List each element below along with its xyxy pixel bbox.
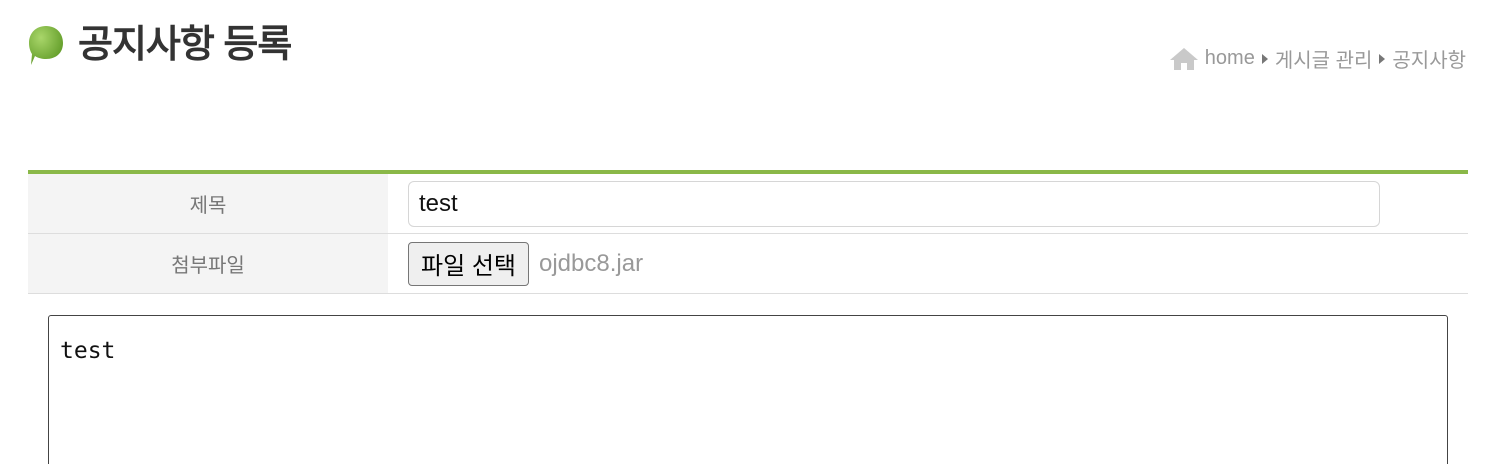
breadcrumb-board-management[interactable]: 게시글 관리 bbox=[1275, 44, 1373, 73]
selected-file-name: ojdbc8.jar bbox=[539, 249, 644, 277]
attachment-row: 첨부파일 파일 선택 ojdbc8.jar bbox=[28, 234, 1468, 294]
title-input[interactable] bbox=[408, 180, 1380, 227]
title-cell bbox=[388, 174, 1468, 233]
home-icon bbox=[1169, 47, 1198, 70]
content-editor[interactable]: test bbox=[48, 315, 1448, 464]
attachment-cell: 파일 선택 ojdbc8.jar bbox=[388, 234, 1468, 293]
attachment-label: 첨부파일 bbox=[28, 234, 388, 293]
notice-register-page: 공지사항 등록 home 게시글 관리 공지사항 제목 첨부파일 파일 선택 o… bbox=[0, 0, 1510, 464]
page-header: 공지사항 등록 bbox=[28, 22, 292, 68]
content-text: test bbox=[60, 338, 116, 364]
choose-file-button[interactable]: 파일 선택 bbox=[408, 241, 529, 286]
leaf-icon bbox=[29, 26, 63, 65]
breadcrumb-notice[interactable]: 공지사항 bbox=[1392, 44, 1466, 73]
title-label: 제목 bbox=[28, 174, 388, 233]
page-title: 공지사항 등록 bbox=[78, 24, 292, 66]
notice-form: 제목 첨부파일 파일 선택 ojdbc8.jar bbox=[28, 170, 1468, 294]
chevron-right-icon bbox=[1261, 53, 1268, 64]
title-row: 제목 bbox=[28, 174, 1468, 234]
breadcrumb: home 게시글 관리 공지사항 bbox=[1169, 44, 1466, 73]
breadcrumb-home[interactable]: home bbox=[1205, 47, 1255, 70]
chevron-right-icon bbox=[1379, 53, 1386, 64]
